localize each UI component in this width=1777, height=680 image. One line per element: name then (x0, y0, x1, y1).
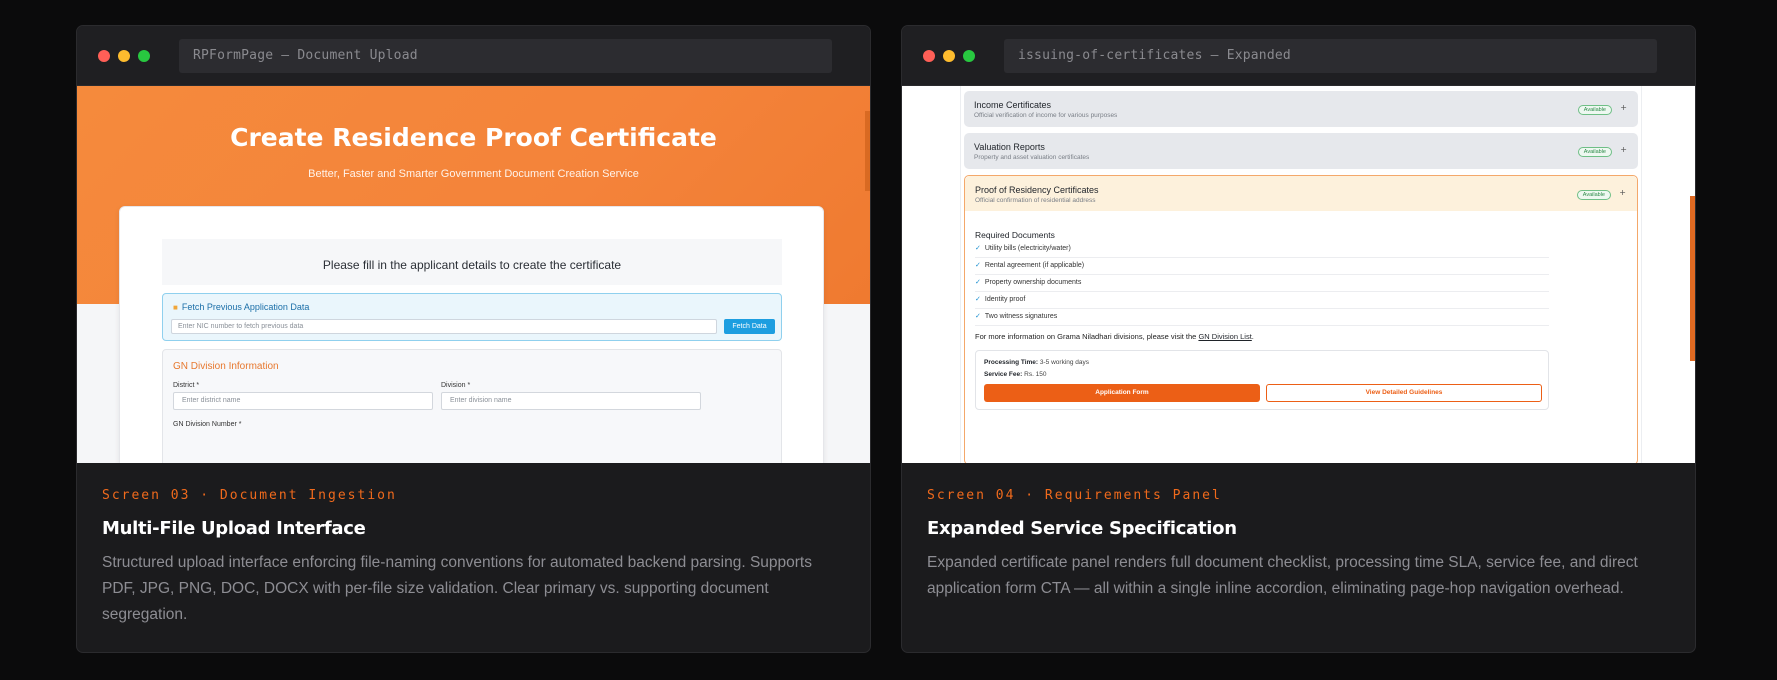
gn-number-label: GN Division Number * (173, 421, 242, 428)
accordion-row-valuation[interactable]: Valuation Reports Property and asset val… (964, 133, 1638, 169)
info-suffix: . (1251, 332, 1254, 341)
check-icon: ✓ (975, 296, 981, 303)
status-badge: Available (1576, 190, 1611, 200)
check-icon: ✓ (975, 313, 981, 320)
screen-kicker: Screen 03 · Document Ingestion (102, 488, 397, 503)
row-title: Valuation Reports (974, 142, 1045, 152)
fetch-data-button[interactable]: Fetch Data (724, 319, 775, 334)
list-item-text: Two witness signatures (984, 313, 1058, 320)
check-icon: ✓ (975, 245, 981, 252)
accordion-row-income[interactable]: Income Certificates Official verificatio… (964, 91, 1638, 127)
minimize-dot-icon (943, 50, 955, 62)
row-subtitle: Property and asset valuation certificate… (974, 154, 1090, 161)
info-text: For more information on Grama Niladhari … (975, 332, 1254, 341)
view-guidelines-button[interactable]: View Detailed Guidelines (1266, 384, 1542, 402)
district-input[interactable]: Enter district name (173, 392, 433, 410)
form-intro: Please fill in the applicant details to … (162, 239, 782, 285)
list-item: ✓ Rental agreement (if applicable) (975, 259, 1549, 275)
fetch-previous-box: ■ Fetch Previous Application Data Enter N… (162, 293, 782, 341)
list-item-text: Property ownership documents (984, 279, 1082, 286)
application-form-button[interactable]: Application Form (984, 384, 1260, 402)
list-item: ✓ Two witness signatures (975, 310, 1549, 326)
expand-plus-icon[interactable]: + (1620, 145, 1627, 154)
gn-section-title: GN Division Information (173, 361, 279, 372)
list-item: ✓ Property ownership documents (975, 276, 1549, 292)
close-dot-icon (923, 50, 935, 62)
processing-box: Processing Time: 3-5 working days Servic… (975, 350, 1549, 410)
check-icon: ✓ (975, 262, 981, 269)
list-item-text: Rental agreement (if applicable) (984, 262, 1085, 269)
card-description: Screen 03 · Document Ingestion Multi-Fil… (102, 488, 847, 628)
fetch-title-text: Fetch Previous Application Data (181, 302, 310, 312)
division-label: Division * (441, 382, 471, 389)
fee-label: Service Fee: (984, 371, 1023, 378)
list-item-text: Utility bills (electricity/water) (984, 245, 1071, 252)
processing-value: 3-5 working days (1039, 359, 1090, 366)
window-chrome: issuing-of-certificates — Expanded (902, 26, 1695, 86)
card-description: Screen 04 · Requirements Panel Expanded … (927, 488, 1672, 602)
maximize-dot-icon (138, 50, 150, 62)
screenshot-preview: Income Certificates Official verificatio… (902, 86, 1695, 463)
fee-value: Rs. 150 (1024, 371, 1047, 378)
gn-division-section: GN Division Information District * Enter… (162, 349, 782, 463)
row-subtitle: Official confirmation of residential add… (975, 197, 1096, 204)
screenshot-preview: Create Residence Proof Certificate Bette… (77, 86, 870, 463)
info-prefix: For more information on Grama Niladhari … (975, 332, 1197, 341)
row-title: Proof of Residency Certificates (975, 185, 1099, 195)
card-title: Expanded Service Specification (927, 518, 1237, 539)
processing-label: Processing Time: (984, 359, 1039, 366)
address-bar: issuing-of-certificates — Expanded (1004, 39, 1657, 73)
screen-kicker: Screen 04 · Requirements Panel (927, 488, 1222, 503)
service-fee: Service Fee: Rs. 150 (984, 371, 1047, 378)
row-title: Income Certificates (974, 100, 1052, 110)
expand-plus-icon[interactable]: + (1620, 103, 1627, 112)
gn-division-list-link[interactable]: GN Division List (1198, 332, 1251, 341)
status-badge: Available (1577, 105, 1612, 115)
close-dot-icon (98, 50, 110, 62)
list-item: ✓ Identity proof (975, 293, 1549, 309)
form-panel: Please fill in the applicant details to … (119, 206, 824, 463)
project-card-screen-04: issuing-of-certificates — Expanded Incom… (901, 25, 1696, 653)
accordion-row-residency-expanded: Proof of Residency Certificates Official… (964, 175, 1638, 463)
window-chrome: RPFormPage — Document Upload (77, 26, 870, 86)
accordion-column: Income Certificates Official verificatio… (960, 86, 1642, 463)
folder-icon: ■ (173, 303, 178, 312)
expanded-header[interactable]: Proof of Residency Certificates Official… (965, 176, 1637, 211)
division-input[interactable]: Enter division name (441, 392, 701, 410)
status-badge: Available (1577, 147, 1612, 157)
processing-time: Processing Time: 3-5 working days (984, 359, 1089, 366)
address-bar: RPFormPage — Document Upload (179, 39, 832, 73)
list-item-text: Identity proof (984, 296, 1026, 303)
hero-title: Create Residence Proof Certificate (230, 123, 717, 152)
nic-input[interactable]: Enter NIC number to fetch previous data (171, 319, 717, 334)
district-label: District * (173, 382, 200, 389)
scrollbar-thumb (1690, 196, 1695, 361)
minimize-dot-icon (118, 50, 130, 62)
fetch-title: ■ Fetch Previous Application Data (173, 302, 309, 312)
required-documents-title: Required Documents (975, 230, 1055, 240)
list-item: ✓ Utility bills (electricity/water) (975, 242, 1549, 258)
card-body: Structured upload interface enforcing fi… (102, 554, 812, 623)
row-subtitle: Official verification of income for vari… (974, 112, 1118, 119)
hero-subtitle: Better, Faster and Smarter Government Do… (308, 168, 639, 180)
collapse-plus-icon[interactable]: + (1619, 188, 1626, 197)
card-title: Multi-File Upload Interface (102, 518, 366, 539)
check-icon: ✓ (975, 279, 981, 286)
project-card-screen-03: RPFormPage — Document Upload Create Resi… (76, 25, 871, 653)
maximize-dot-icon (963, 50, 975, 62)
card-body: Expanded certificate panel renders full … (927, 554, 1638, 597)
